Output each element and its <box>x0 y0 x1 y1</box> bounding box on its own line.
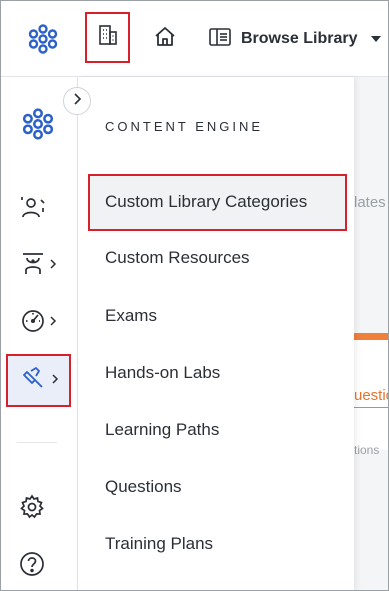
logo-icon[interactable] <box>21 107 55 141</box>
rail-item-help[interactable] <box>19 548 67 584</box>
paintbrush-icon <box>19 364 47 397</box>
help-icon <box>19 551 45 582</box>
rail-divider <box>17 442 57 443</box>
content-engine-flyout: CONTENT ENGINE Custom Library Categories… <box>78 77 354 590</box>
building-icon <box>97 24 119 51</box>
menu-item-hands-on-labs[interactable]: Hands-on Labs <box>105 363 220 383</box>
menu-item-custom-library-categories[interactable]: Custom Library Categories <box>88 174 347 231</box>
rail-item-users[interactable] <box>19 192 67 228</box>
rail-item-gauge[interactable] <box>19 305 67 341</box>
home-icon <box>153 25 177 54</box>
rail-item-settings[interactable] <box>19 491 67 527</box>
gauge-icon <box>19 307 47 340</box>
instructor-icon <box>19 250 47 283</box>
background-accent-bar <box>354 333 388 340</box>
rail-item-content-engine[interactable] <box>6 354 71 407</box>
home-button[interactable] <box>151 25 179 53</box>
browse-library-label: Browse Library <box>241 30 358 47</box>
chevron-right-icon <box>72 92 82 110</box>
logo-icon[interactable] <box>27 23 59 55</box>
chevron-right-icon <box>49 314 57 332</box>
menu-item-exams[interactable]: Exams <box>105 306 157 326</box>
chevron-right-icon <box>51 372 59 390</box>
chevron-right-icon <box>49 257 57 275</box>
top-bar: Browse Library <box>1 1 388 77</box>
app-frame: Browse Library lates uesti tions CONTENT… <box>0 0 389 591</box>
collapse-toggle-button[interactable] <box>63 87 91 115</box>
browse-library-button[interactable]: Browse Library <box>209 25 382 53</box>
background-text: lates <box>354 194 386 211</box>
background-text: uestic <box>354 387 388 404</box>
building-button[interactable] <box>85 12 130 63</box>
users-icon <box>19 194 47 227</box>
flyout-section-title: CONTENT ENGINE <box>105 119 264 134</box>
caret-down-icon <box>371 30 382 48</box>
menu-item-questions[interactable]: Questions <box>105 477 182 497</box>
background-page: lates uestic tions <box>354 77 388 590</box>
menu-item-training-plans[interactable]: Training Plans <box>105 534 213 554</box>
background-text: tions <box>354 443 380 457</box>
book-icon <box>209 27 231 51</box>
menu-item-learning-paths[interactable]: Learning Paths <box>105 420 219 440</box>
gear-icon <box>19 493 45 525</box>
left-rail <box>1 77 91 590</box>
background-underline <box>354 407 388 408</box>
menu-item-label: Custom Library Categories <box>105 192 308 211</box>
menu-item-custom-resources[interactable]: Custom Resources <box>105 248 250 268</box>
rail-item-instructor[interactable] <box>19 248 67 284</box>
